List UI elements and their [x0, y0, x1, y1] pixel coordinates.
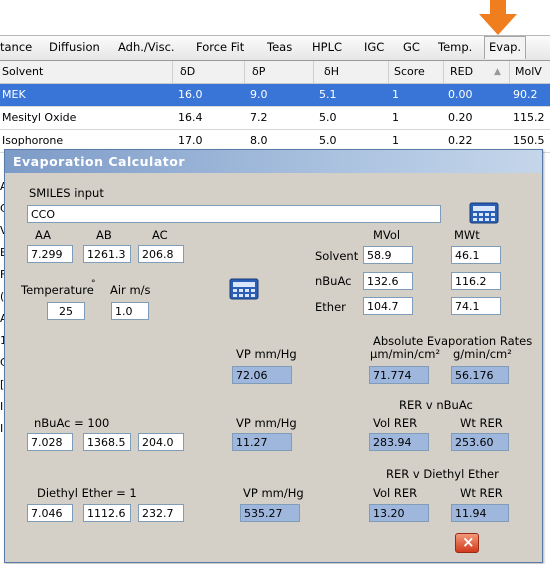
- ether-vp-value: 535.27: [240, 504, 300, 522]
- tab-adh-visc[interactable]: Adh./Visc.: [118, 40, 175, 54]
- col-dp[interactable]: δP: [252, 65, 265, 78]
- nbuac-mwt[interactable]: 116.2: [451, 272, 501, 290]
- dialog-body: SMILES input CCO AA AB AC 7.299 1261.3 2…: [7, 173, 540, 560]
- tab-evap[interactable]: Evap.: [484, 36, 527, 59]
- ether-ac[interactable]: 232.7: [138, 504, 184, 522]
- nbuac-ac[interactable]: 204.0: [138, 433, 184, 451]
- tab-temp[interactable]: Temp.: [438, 40, 472, 54]
- dialog-title: Evaporation Calculator: [13, 154, 186, 169]
- ether-ref-label: Diethyl Ether = 1: [37, 486, 137, 500]
- tab-gc[interactable]: GC: [403, 40, 420, 54]
- nbuac-vp-value: 11.27: [232, 433, 292, 451]
- air-speed-input[interactable]: 1.0: [111, 302, 149, 320]
- abs-rates-label: Absolute Evaporation Rates: [373, 334, 533, 348]
- aa-label: AA: [35, 228, 52, 242]
- calculator-icon[interactable]: [469, 202, 499, 224]
- close-icon: ×: [462, 533, 475, 551]
- col-dh[interactable]: δH: [324, 65, 339, 78]
- table-header: Solvent δD δP δH Score RED ▲ MolV: [0, 61, 550, 84]
- wt-rer-label: Wt RER: [460, 416, 503, 430]
- table-row[interactable]: Mesityl Oxide 16.4 7.2 5.0 1 0.20 115.2: [0, 107, 550, 130]
- nbuac-label: nBuAc: [315, 274, 352, 288]
- col-dd[interactable]: δD: [180, 65, 195, 78]
- temperature-input[interactable]: 25: [47, 302, 85, 320]
- nbuac-mvol[interactable]: 132.6: [363, 272, 413, 290]
- tab-igc[interactable]: IGC: [364, 40, 384, 54]
- ether-ab[interactable]: 1112.6: [83, 504, 131, 522]
- abs-wt-rate: 56.176: [451, 366, 509, 384]
- ether-aa[interactable]: 7.046: [27, 504, 73, 522]
- col-solvent[interactable]: Solvent: [2, 65, 43, 78]
- mvol-label: MVol: [373, 228, 401, 242]
- vp-value: 72.06: [232, 366, 292, 384]
- temperature-label: Temperature: [21, 283, 94, 297]
- tab-diffusion[interactable]: Diffusion: [49, 40, 100, 54]
- solvent-mwt[interactable]: 46.1: [451, 246, 501, 264]
- down-arrow-icon: [479, 0, 517, 35]
- vol-rer-label: Vol RER: [373, 416, 418, 430]
- aa-input[interactable]: 7.299: [27, 245, 73, 263]
- degree-mark: °: [91, 279, 96, 289]
- ether-mvol[interactable]: 104.7: [363, 297, 413, 315]
- col-red[interactable]: RED: [450, 65, 473, 78]
- tab-teas[interactable]: Teas: [267, 40, 292, 54]
- ether-vp-label: VP mm/Hg: [243, 486, 304, 500]
- tab-distance[interactable]: tance: [0, 40, 32, 54]
- abs-units-wt: g/min/cm²: [453, 347, 512, 361]
- nbuac-ref-label: nBuAc = 100: [34, 416, 110, 430]
- dialog-titlebar[interactable]: Evaporation Calculator: [5, 150, 542, 173]
- rer-nbuac-wt: 253.60: [451, 433, 509, 451]
- nbuac-vp-label: VP mm/Hg: [236, 416, 297, 430]
- rer-ether-vol: 13.20: [369, 504, 429, 522]
- smiles-label: SMILES input: [29, 186, 104, 200]
- rer-ether-label: RER v Diethyl Ether: [386, 467, 499, 481]
- evaporation-calculator-dialog: Evaporation Calculator SMILES input CCO …: [4, 149, 543, 563]
- ab-label: AB: [96, 228, 112, 242]
- ac-label: AC: [152, 228, 168, 242]
- smiles-input[interactable]: CCO: [27, 205, 441, 223]
- abs-vol-rate: 71.774: [369, 366, 429, 384]
- nbuac-aa[interactable]: 7.028: [27, 433, 73, 451]
- vp-label: VP mm/Hg: [236, 347, 297, 361]
- tab-force-fit[interactable]: Force Fit: [196, 40, 244, 54]
- col-score[interactable]: Score: [394, 65, 425, 78]
- calculator-icon[interactable]: [229, 278, 259, 300]
- sort-ascending-icon: ▲: [494, 67, 501, 77]
- rer-ether-wt: 11.94: [451, 504, 509, 522]
- tab-bar: tance Diffusion Adh./Visc. Force Fit Tea…: [0, 35, 550, 61]
- wt-rer-label-2: Wt RER: [460, 486, 503, 500]
- rer-nbuac-label: RER v nBuAc: [399, 398, 473, 412]
- abs-units-vol: μm/min/cm²: [370, 347, 441, 361]
- close-button[interactable]: ×: [455, 533, 479, 553]
- ab-input[interactable]: 1261.3: [83, 245, 131, 263]
- ether-label: Ether: [315, 300, 346, 314]
- nbuac-ab[interactable]: 1368.5: [83, 433, 131, 451]
- ac-input[interactable]: 206.8: [138, 245, 184, 263]
- air-label: Air m/s: [110, 283, 151, 297]
- table-row[interactable]: MEK 16.0 9.0 5.1 1 0.00 90.2: [0, 84, 550, 107]
- solvent-label: Solvent: [315, 249, 359, 263]
- mwt-label: MWt: [454, 228, 480, 242]
- ether-mwt[interactable]: 74.1: [451, 297, 501, 315]
- tab-hplc[interactable]: HPLC: [312, 40, 342, 54]
- rer-nbuac-vol: 283.94: [369, 433, 429, 451]
- col-molv[interactable]: MolV: [515, 65, 542, 78]
- vol-rer-label-2: Vol RER: [373, 486, 418, 500]
- solvent-mvol[interactable]: 58.9: [363, 246, 413, 264]
